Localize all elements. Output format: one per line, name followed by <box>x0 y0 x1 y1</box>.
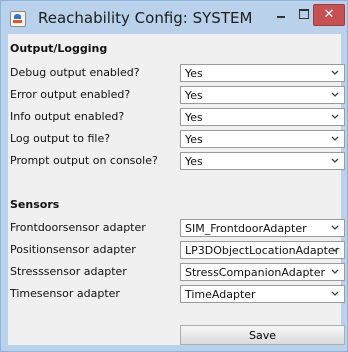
title-bar[interactable]: Reachability Config: SYSTEM ✕ <box>1 1 347 34</box>
chevron-down-icon <box>331 158 339 163</box>
chevron-down-icon <box>331 225 339 230</box>
sensors-heading: Sensors <box>10 198 60 211</box>
log-to-file-label: Log output to file? <box>10 132 111 145</box>
debug-output-select[interactable]: Yes <box>180 64 345 82</box>
chevron-down-icon <box>331 114 339 119</box>
time-adapter-value: TimeAdapter <box>185 288 256 301</box>
debug-output-label: Debug output enabled? <box>10 66 140 79</box>
debug-output-value: Yes <box>185 67 203 80</box>
stress-adapter-value: StressCompanionAdapter <box>185 266 326 279</box>
error-output-label: Error output enabled? <box>10 88 131 101</box>
chevron-down-icon <box>331 269 339 274</box>
position-adapter-select[interactable]: LP3DObjectLocationAdapter <box>180 241 345 259</box>
frontdoor-adapter-label: Frontdoorsensor adapter <box>10 221 146 234</box>
chevron-down-icon <box>331 247 339 252</box>
output-logging-heading: Output/Logging <box>10 42 108 55</box>
prompt-console-select[interactable]: Yes <box>180 152 345 170</box>
time-adapter-label: Timesensor adapter <box>10 287 120 300</box>
window-title: Reachability Config: SYSTEM <box>38 9 253 27</box>
minimize-button[interactable] <box>269 5 293 23</box>
time-adapter-select[interactable]: TimeAdapter <box>180 285 345 303</box>
position-adapter-label: Positionsensor adapter <box>10 243 136 256</box>
chevron-down-icon <box>331 70 339 75</box>
prompt-console-value: Yes <box>185 155 203 168</box>
log-to-file-select[interactable]: Yes <box>180 130 345 148</box>
chevron-down-icon <box>331 291 339 296</box>
log-to-file-value: Yes <box>185 133 203 146</box>
close-icon: ✕ <box>323 7 335 22</box>
position-adapter-value: LP3DObjectLocationAdapter <box>185 244 340 257</box>
error-output-select[interactable]: Yes <box>180 86 345 104</box>
info-output-value: Yes <box>185 111 203 124</box>
chevron-down-icon <box>331 92 339 97</box>
config-window: Reachability Config: SYSTEM ✕ Output/Log… <box>0 0 348 352</box>
config-panel: Output/Logging Debug output enabled? Yes… <box>8 34 345 345</box>
chevron-down-icon <box>331 136 339 141</box>
frontdoor-adapter-value: SIM_FrontdoorAdapter <box>185 222 307 235</box>
info-output-select[interactable]: Yes <box>180 108 345 126</box>
stress-adapter-select[interactable]: StressCompanionAdapter <box>180 263 345 281</box>
error-output-value: Yes <box>185 89 203 102</box>
stress-adapter-label: Stresssensor adapter <box>10 265 127 278</box>
info-output-label: Info output enabled? <box>10 110 125 123</box>
java-app-icon <box>10 11 26 27</box>
frontdoor-adapter-select[interactable]: SIM_FrontdoorAdapter <box>180 219 345 237</box>
close-button[interactable]: ✕ <box>313 4 345 26</box>
save-button[interactable]: Save <box>180 325 345 345</box>
prompt-console-label: Prompt output on console? <box>10 154 158 167</box>
